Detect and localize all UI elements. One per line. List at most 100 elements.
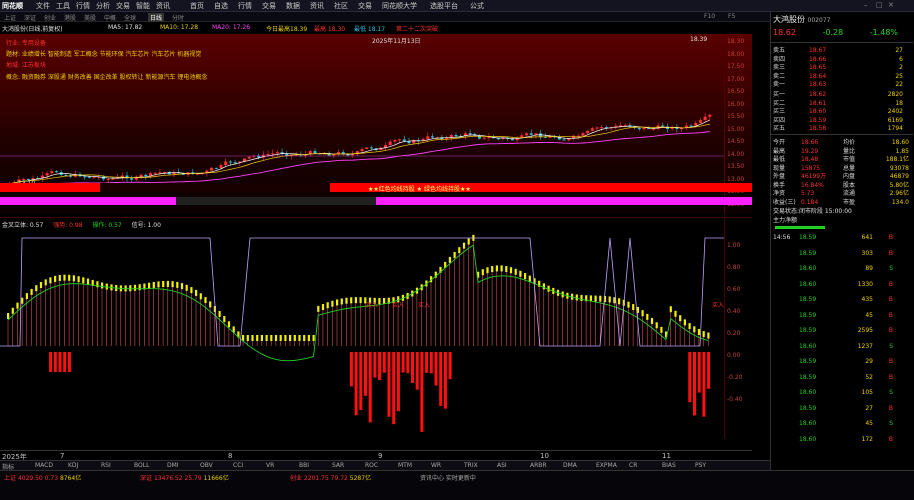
indicator-tab[interactable]: MACD: [35, 462, 53, 469]
tab-cn[interactable]: 中概: [104, 13, 116, 22]
indicator-tab[interactable]: ROC: [365, 462, 378, 469]
indicator-tab[interactable]: BOLL: [134, 462, 149, 469]
indicator-bar: [138, 284, 141, 291]
candle-body: [153, 172, 157, 174]
menu-item-tools[interactable]: 工具: [56, 1, 70, 11]
indicator-tab[interactable]: RSI: [101, 462, 111, 469]
window-close-icon[interactable]: ✕: [888, 1, 894, 9]
indicator-tab[interactable]: EXPMA: [596, 462, 617, 469]
tick-row: 18.60 45 S: [773, 420, 913, 427]
indicator-chart[interactable]: 金叉立体: 0.57 强势: 0.98 操作: 0.57 信号: 1.00 1.…: [0, 217, 752, 438]
menu-item-trade[interactable]: 交易: [116, 1, 130, 11]
indicator-tab[interactable]: CCI: [233, 462, 243, 469]
indicator-tab[interactable]: VR: [266, 462, 274, 469]
tab-f5[interactable]: F5: [728, 13, 735, 20]
indicator-tab[interactable]: BIAS: [662, 462, 676, 469]
menu-item-file[interactable]: 文件: [36, 1, 50, 11]
indicator-bar: [16, 302, 19, 309]
indicator-neg-bar: [49, 352, 53, 372]
indicator-axis: 1.00 0.80 0.60 0.40 0.20 0.00 -0.20 -0.40: [724, 218, 752, 438]
menu-item-trade3[interactable]: 交易: [358, 1, 372, 11]
tab-sh[interactable]: 上证: [4, 13, 16, 22]
indicator-tab[interactable]: MTM: [398, 462, 412, 469]
tick-side: B: [888, 404, 893, 412]
tab-us[interactable]: 美股: [84, 13, 96, 22]
menu-item-info[interactable]: 资讯: [310, 1, 324, 11]
indicator-bar: [688, 323, 691, 330]
menu-item-university[interactable]: 同花顺大学: [382, 1, 417, 11]
status-cy-label[interactable]: 创业: [290, 475, 302, 482]
status-news[interactable]: 资讯中心 实时更新中: [420, 473, 476, 482]
menu-item-formula[interactable]: 公式: [470, 1, 484, 11]
indicator-neg-bar: [448, 352, 452, 380]
chart-title: 大鸿股份(日线,前复权): [2, 26, 63, 33]
indicator-bar: [58, 275, 61, 282]
menu-item-smart[interactable]: 智能: [136, 1, 150, 11]
indicator-bar: [223, 316, 226, 323]
menu-item-trade2[interactable]: 交易: [262, 1, 276, 11]
indicator-bar: [336, 299, 339, 306]
indicator-tab[interactable]: WR: [431, 462, 441, 469]
indicator-tab[interactable]: SAR: [332, 462, 344, 469]
candle-body: [369, 147, 373, 149]
indicator-neg-bar: [406, 352, 410, 374]
status-sz-amount: 11666亿: [203, 475, 229, 482]
indicator-tab[interactable]: OBV: [200, 462, 213, 469]
indicator-bar: [491, 266, 494, 273]
indicator-tab[interactable]: ARBR: [530, 462, 547, 469]
indicator-bar: [72, 275, 75, 282]
menu-item-quote[interactable]: 行情: [76, 1, 90, 11]
tick-vol: 52: [865, 373, 873, 381]
indicator-tab[interactable]: DMA: [563, 462, 577, 469]
indicator-bar: [467, 238, 470, 245]
tab-f10[interactable]: F10: [704, 13, 715, 20]
tab-hk[interactable]: 港股: [64, 13, 76, 22]
menu-item-community[interactable]: 社区: [334, 1, 348, 11]
indicator-bar: [359, 297, 362, 304]
tab-intraday[interactable]: 分时: [172, 13, 184, 22]
tab-global[interactable]: 全球: [124, 13, 136, 22]
indicator-tab[interactable]: DMI: [167, 462, 179, 469]
indicator-neg-bar: [387, 352, 391, 417]
menu-item-data[interactable]: 数据: [286, 1, 300, 11]
indicator-tab[interactable]: PSY: [695, 462, 706, 469]
indicator-bar: [312, 335, 315, 341]
indicator-bar: [519, 270, 522, 277]
indicator-bar: [321, 304, 325, 311]
menu-item-market[interactable]: 行情: [238, 1, 252, 11]
candle-body: [529, 133, 533, 135]
candle-body: [360, 149, 364, 152]
indicator-tab[interactable]: BBI: [299, 462, 309, 469]
indicator-bar: [697, 329, 701, 336]
tab-sz[interactable]: 深证: [24, 13, 36, 22]
price-tick: 13.00: [727, 175, 745, 183]
ma10-label: MA10: 17.28: [160, 24, 199, 31]
chart-title-row: 大鸿股份(日线,前复权) MA5: 17.82 MA10: 17.28 MA20…: [0, 22, 770, 34]
signal-buy-4: 买入: [712, 302, 725, 309]
menu-item-screener[interactable]: 选股平台: [430, 1, 458, 11]
status-sh-label[interactable]: 上证: [4, 475, 16, 482]
menu-item-news[interactable]: 资讯: [156, 1, 170, 11]
indicator-neg-bar: [392, 352, 396, 425]
indicator-tab[interactable]: TRIX: [464, 462, 478, 469]
indicator-bar: [514, 268, 517, 275]
candle-body: [233, 162, 237, 164]
candle-body: [83, 176, 87, 178]
tick-row: 18.59 52 B: [773, 374, 913, 381]
menu-item-watchlist[interactable]: 自选: [214, 1, 228, 11]
window-minimize-icon[interactable]: –: [864, 1, 868, 9]
indicator-tab[interactable]: KDJ: [68, 462, 78, 469]
indicator-tab[interactable]: CR: [629, 462, 637, 469]
window-maximize-icon[interactable]: □: [876, 1, 883, 9]
tick-price: 18.59: [799, 404, 817, 412]
indicator-bar: [218, 310, 221, 317]
candle-body: [482, 137, 486, 139]
menu-item-home[interactable]: 首页: [190, 1, 204, 11]
tab-daily[interactable]: 日线: [148, 13, 165, 22]
status-sz-label[interactable]: 深证: [140, 475, 152, 482]
tab-cy[interactable]: 创业: [44, 13, 56, 22]
menu-item-analysis[interactable]: 分析: [96, 1, 110, 11]
menu-bar: 同花顺 文件 工具 行情 分析 交易 智能 资讯 首页 自选 行情 交易 数据 …: [0, 0, 914, 12]
indicator-bar: [176, 281, 179, 288]
indicator-tab[interactable]: ASI: [497, 462, 507, 469]
